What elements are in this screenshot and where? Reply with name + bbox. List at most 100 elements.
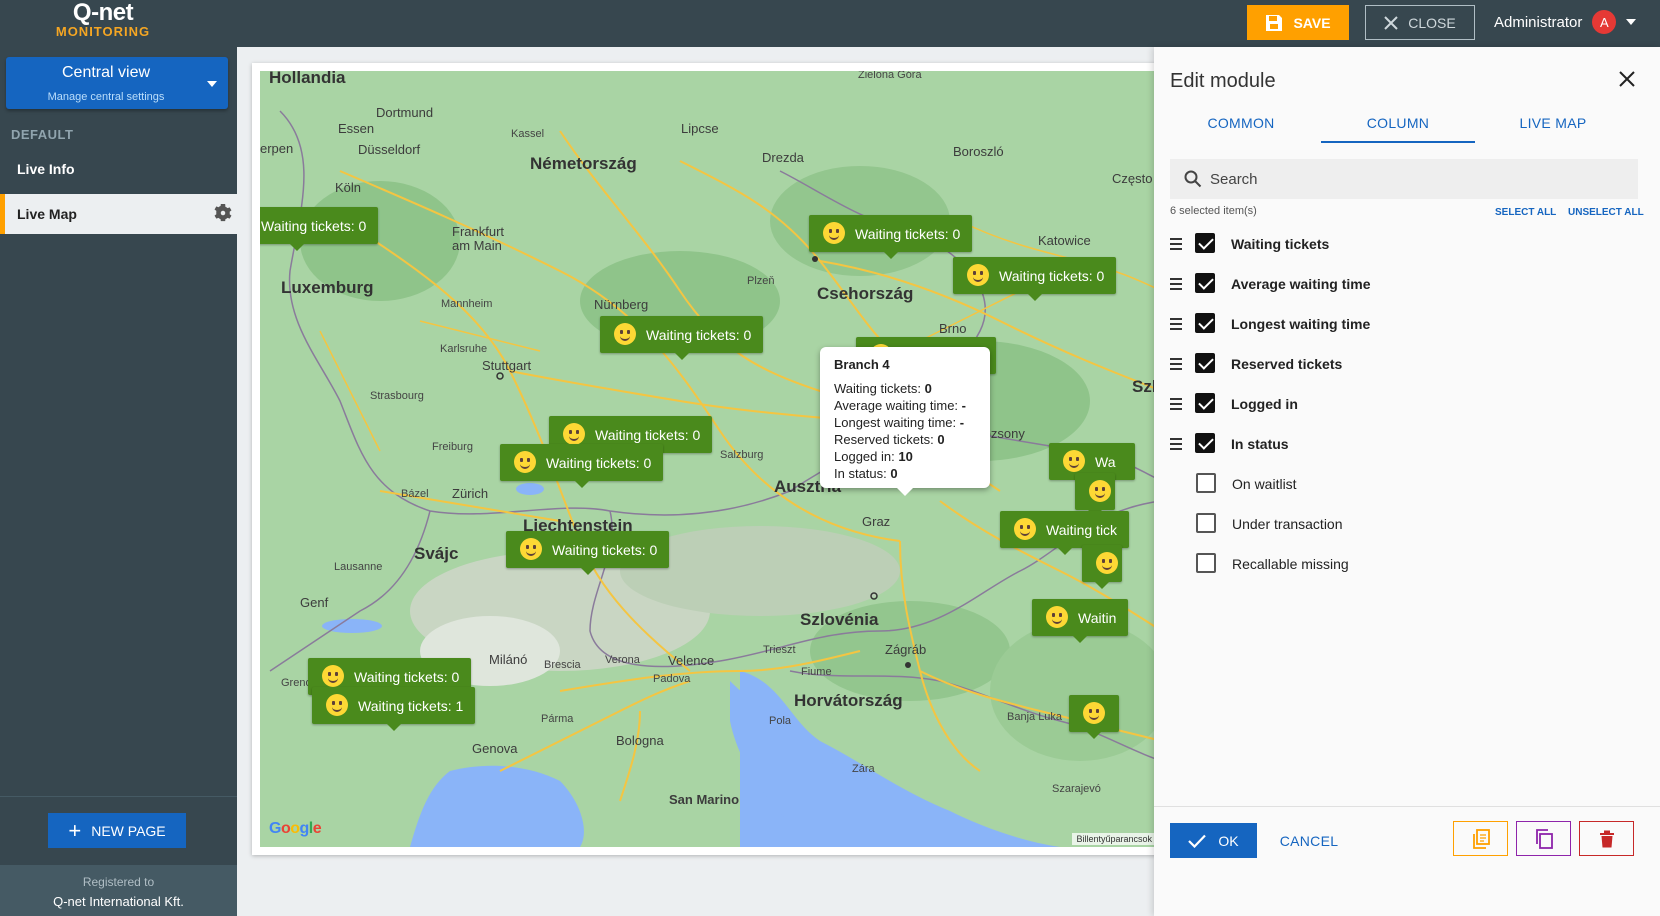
checkbox[interactable] — [1195, 233, 1215, 253]
close-icon[interactable] — [1615, 69, 1639, 93]
checkbox[interactable] — [1195, 393, 1215, 413]
trash-icon — [1599, 830, 1614, 847]
edit-module-panel: Edit module COMMON COLUMN LIVE MAP 6 sel… — [1154, 47, 1660, 916]
section-label: DEFAULT — [11, 127, 74, 142]
sidebar-divider — [0, 796, 237, 797]
checkbox[interactable] — [1196, 553, 1216, 573]
marker-text: Waiting tickets: 0 — [261, 217, 367, 234]
branch-marker[interactable]: Waiting tickets: 0 — [500, 444, 664, 488]
drag-handle-icon[interactable] — [1170, 398, 1182, 410]
branch-marker[interactable]: Waiting tickets: 0 — [809, 215, 973, 259]
map-label: Luxemburg — [281, 278, 374, 297]
branch-marker[interactable]: Waiting tickets: 0 — [953, 257, 1117, 301]
select-all-link[interactable]: SELECT ALL — [1495, 207, 1556, 218]
copy-icon — [1535, 828, 1553, 849]
map-label: Hollandia — [269, 71, 346, 87]
map-label: Nürnberg — [594, 297, 649, 312]
central-view-button[interactable]: Central view Manage central settings — [6, 57, 228, 109]
sidebar-item-live-info[interactable]: Live Info — [0, 151, 237, 187]
branch-marker[interactable]: Waitin — [1032, 599, 1129, 643]
new-page-button[interactable]: + NEW PAGE — [48, 813, 186, 848]
map-label: Verona — [605, 654, 640, 666]
marker-text: Waiting tickets: 0 — [999, 267, 1105, 284]
search-input[interactable] — [1210, 167, 1610, 191]
map-label: Brescia — [544, 659, 581, 671]
search-icon — [1184, 170, 1202, 188]
map-label: Genova — [472, 741, 518, 756]
smiley-icon — [322, 665, 344, 687]
popup-row: Waiting tickets: 0 — [834, 381, 932, 396]
drag-handle-icon[interactable] — [1170, 438, 1182, 450]
marker-text: Waiting tickets: 0 — [595, 426, 701, 443]
checkbox[interactable] — [1195, 353, 1215, 373]
column-item-label: Logged in — [1231, 396, 1298, 412]
map-label: Mannheim — [441, 298, 493, 310]
map-label: Svájc — [414, 544, 459, 563]
save-button[interactable]: SAVE — [1247, 5, 1349, 40]
checkbox[interactable] — [1196, 473, 1216, 493]
popup-row: In status: 0 — [834, 466, 898, 481]
branch-marker[interactable]: Waiting tickets: 0 — [600, 316, 764, 360]
column-item[interactable]: Logged in — [1170, 387, 1638, 421]
map-label: Zágráb — [885, 642, 927, 657]
checkbox[interactable] — [1195, 273, 1215, 293]
drag-handle-icon[interactable] — [1170, 318, 1182, 330]
map-label: Szlovénia — [800, 610, 879, 629]
panel-title: Edit module — [1170, 70, 1276, 92]
map-label: Pola — [769, 715, 792, 727]
copy-button[interactable] — [1516, 821, 1571, 856]
column-item[interactable]: On waitlist — [1170, 467, 1638, 501]
branch-marker[interactable]: Waiting tick — [1000, 511, 1130, 555]
close-button[interactable]: CLOSE — [1365, 5, 1475, 40]
keyboard-shortcuts-link[interactable]: Billentyűparancsok — [1072, 833, 1156, 845]
branch-marker[interactable] — [1075, 473, 1115, 517]
branch-marker[interactable]: Waiting tickets: 1 — [312, 687, 476, 731]
map-label: Plzeň — [747, 275, 775, 287]
checkbox[interactable] — [1195, 433, 1215, 453]
unselect-all-link[interactable]: UNSELECT ALL — [1568, 207, 1644, 218]
popup-row: Average waiting time: - — [834, 398, 967, 413]
column-item[interactable]: Waiting tickets — [1170, 227, 1638, 261]
column-item-label: Average waiting time — [1231, 276, 1371, 292]
map-label: Csehország — [817, 284, 914, 303]
drag-handle-icon[interactable] — [1170, 238, 1182, 250]
map-label: erpen — [260, 141, 294, 156]
marker-text: Waiting tickets: 1 — [358, 697, 464, 714]
tab-column[interactable]: COLUMN — [1321, 111, 1475, 143]
map-label: Horvátország — [794, 691, 903, 710]
smiley-icon — [823, 222, 845, 244]
drag-handle-icon[interactable] — [1170, 358, 1182, 370]
checkbox[interactable] — [1196, 513, 1216, 533]
map-label: Brno — [939, 321, 967, 336]
tab-common[interactable]: COMMON — [1164, 111, 1318, 143]
duplicate-button[interactable] — [1453, 821, 1508, 856]
smiley-icon — [514, 451, 536, 473]
branch-marker[interactable]: Waiting tickets: 0 — [506, 531, 670, 575]
column-item[interactable]: Reserved tickets — [1170, 347, 1638, 381]
live-map[interactable]: Hollandia Németország Csehország Luxembu… — [260, 71, 1162, 847]
column-item[interactable]: Under transaction — [1170, 507, 1638, 541]
map-label: Freiburg — [432, 441, 473, 453]
delete-button[interactable] — [1579, 821, 1634, 856]
branch-marker[interactable] — [1082, 545, 1122, 589]
column-item[interactable]: In status — [1170, 427, 1638, 461]
smiley-icon — [520, 538, 542, 560]
sidebar-item-label: Live Info — [17, 161, 75, 177]
drag-handle-icon[interactable] — [1170, 278, 1182, 290]
check-icon — [1188, 834, 1207, 848]
sidebar-item-live-map[interactable]: Live Map — [0, 194, 237, 234]
smiley-icon — [614, 323, 636, 345]
checkbox[interactable] — [1195, 313, 1215, 333]
column-item[interactable]: Longest waiting time — [1170, 307, 1638, 341]
ok-button[interactable]: OK — [1170, 823, 1257, 858]
branch-marker[interactable] — [1069, 695, 1119, 739]
column-item[interactable]: Recallable missing — [1170, 547, 1638, 581]
popup-row: Reserved tickets: 0 — [834, 432, 945, 447]
column-item[interactable]: Average waiting time — [1170, 267, 1638, 301]
cancel-button[interactable]: CANCEL — [1272, 823, 1346, 858]
gear-icon[interactable] — [214, 204, 232, 222]
user-menu[interactable]: Administrator A — [1494, 10, 1637, 34]
search-box — [1170, 159, 1638, 199]
branch-marker[interactable]: Waiting tickets: 0 — [260, 207, 379, 251]
tab-live-map[interactable]: LIVE MAP — [1476, 111, 1630, 143]
